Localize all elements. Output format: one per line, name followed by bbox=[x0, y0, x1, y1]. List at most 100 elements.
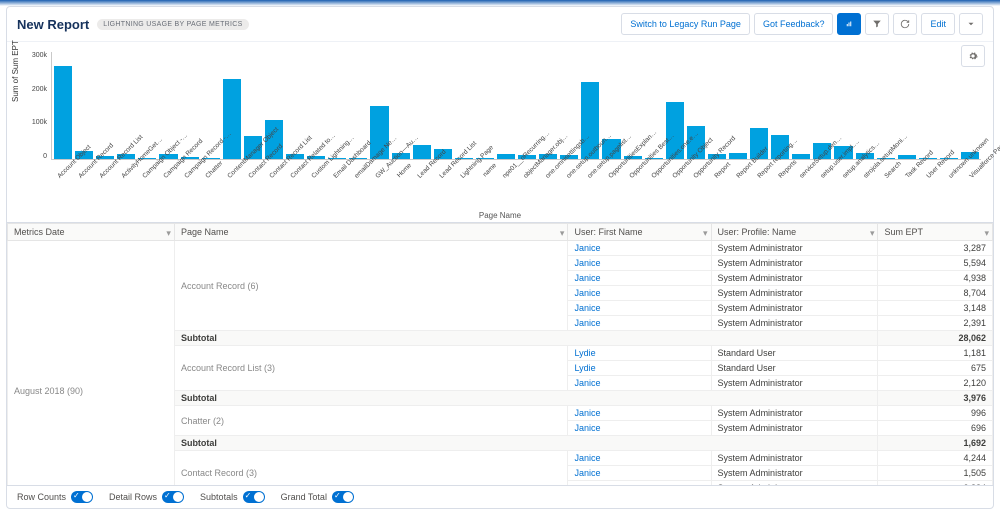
user-first-name[interactable]: Janice bbox=[568, 451, 711, 466]
x-tick: Task Record bbox=[904, 162, 922, 180]
user-first-name[interactable]: Janice bbox=[568, 466, 711, 481]
row-counts-toggle[interactable]: ✓ bbox=[71, 491, 93, 503]
filter-button[interactable] bbox=[865, 13, 889, 35]
x-tick: one.setup.pagelist… bbox=[586, 162, 604, 180]
col-header[interactable]: Metrics Date ▾ bbox=[8, 224, 175, 241]
subtotal-label: Subtotal bbox=[174, 436, 878, 451]
x-tick: OpportunitiesExplan… bbox=[608, 162, 626, 180]
bar[interactable] bbox=[729, 153, 747, 159]
x-tick: Opportunity Record bbox=[692, 162, 710, 180]
ept-value: 3,148 bbox=[878, 301, 993, 316]
x-tick: ContentManager Object bbox=[226, 162, 244, 180]
y-axis-label: Sum of Sum EPT bbox=[11, 40, 20, 102]
detail-rows-toggle[interactable]: ✓ bbox=[162, 491, 184, 503]
x-tick: Account Record bbox=[78, 162, 96, 180]
subtotals-label: Subtotals bbox=[200, 492, 238, 502]
x-tick: Report Builder bbox=[735, 162, 753, 180]
user-first-name[interactable]: Janice bbox=[568, 421, 711, 436]
x-tick: Opportunity Object bbox=[671, 162, 689, 180]
x-tick: Chatter bbox=[205, 162, 223, 180]
user-first-name[interactable]: Janice bbox=[568, 301, 711, 316]
bar[interactable] bbox=[413, 145, 431, 159]
profile-name: System Administrator bbox=[711, 451, 878, 466]
user-first-name[interactable]: Janice bbox=[568, 316, 711, 331]
subtotal-value: 1,692 bbox=[878, 436, 993, 451]
ept-value: 4,938 bbox=[878, 271, 993, 286]
profile-name: System Administrator bbox=[711, 421, 878, 436]
x-tick: one.setup.outboun… bbox=[565, 162, 583, 180]
x-tick: one.omnisettingsb… bbox=[544, 162, 562, 180]
edit-button[interactable]: Edit bbox=[921, 13, 955, 35]
x-tick: unknown unknown bbox=[947, 162, 965, 180]
chevron-down-icon bbox=[966, 19, 976, 29]
page-group: Chatter (2) bbox=[174, 406, 568, 436]
subtotals-toggle[interactable]: ✓ bbox=[243, 491, 265, 503]
col-header[interactable]: Page Name ▾ bbox=[174, 224, 568, 241]
user-first-name[interactable]: Janice bbox=[568, 271, 711, 286]
user-first-name[interactable]: Lydie bbox=[568, 361, 711, 376]
profile-name: System Administrator bbox=[711, 286, 878, 301]
user-first-name[interactable]: Janice bbox=[568, 256, 711, 271]
add-chart-button[interactable] bbox=[837, 13, 861, 35]
ept-value: 675 bbox=[878, 361, 993, 376]
x-tick: Opportunities Best… bbox=[629, 162, 647, 180]
chart-area: Sum of Sum EPT 300k200k100k0 Account Obj… bbox=[7, 42, 993, 222]
x-tick: Opportunities.one.e… bbox=[650, 162, 668, 180]
profile-name: Standard User bbox=[711, 361, 878, 376]
bar[interactable] bbox=[223, 79, 241, 159]
row-counts-label: Row Counts bbox=[17, 492, 66, 502]
bar[interactable] bbox=[792, 154, 810, 159]
page-group: Account Record (6) bbox=[174, 241, 568, 331]
profile-name: System Administrator bbox=[711, 301, 878, 316]
x-axis-label: Page Name bbox=[479, 211, 521, 220]
bar[interactable] bbox=[497, 154, 515, 159]
x-tick: serviceSetup.den… bbox=[798, 162, 816, 180]
col-header[interactable]: User: Profile: Name ▾ bbox=[711, 224, 878, 241]
x-tick: Report bbox=[714, 162, 732, 180]
col-header[interactable]: Sum EPT ▾ bbox=[878, 224, 993, 241]
profile-name: System Administrator bbox=[711, 316, 878, 331]
ept-value: 996 bbox=[878, 406, 993, 421]
x-tick: Reports bbox=[777, 162, 795, 180]
subtotal-value: 3,976 bbox=[878, 391, 993, 406]
user-first-name[interactable]: Lydie bbox=[568, 346, 711, 361]
x-tick: GW_Auction—Au… bbox=[374, 162, 392, 180]
subtotal-value: 28,062 bbox=[878, 331, 993, 346]
detail-rows-label: Detail Rows bbox=[109, 492, 157, 502]
profile-name: Standard User bbox=[711, 346, 878, 361]
report-type-badge: LIGHTNING USAGE BY PAGE METRICS bbox=[97, 19, 248, 30]
x-tick: Lead Record bbox=[417, 162, 435, 180]
bar[interactable] bbox=[898, 155, 916, 159]
ept-value: 3,287 bbox=[878, 241, 993, 256]
ept-value: 696 bbox=[878, 421, 993, 436]
filter-icon bbox=[872, 19, 882, 29]
ept-value: 8,704 bbox=[878, 286, 993, 301]
x-tick: objectManager.obj… bbox=[523, 162, 541, 180]
user-first-name[interactable]: Janice bbox=[568, 241, 711, 256]
x-tick: Contact Related to… bbox=[290, 162, 308, 180]
x-tick: npe01__oRecurring… bbox=[502, 162, 520, 180]
user-first-name[interactable]: Janice bbox=[568, 406, 711, 421]
subtotal-label: Subtotal bbox=[174, 331, 878, 346]
edit-dropdown-button[interactable] bbox=[959, 13, 983, 35]
profile-name: System Administrator bbox=[711, 256, 878, 271]
table-row: August 2018 (90)Account Record (6)Janice… bbox=[8, 241, 993, 256]
subtotal-label: Subtotal bbox=[174, 391, 878, 406]
col-header[interactable]: User: First Name ▾ bbox=[568, 224, 711, 241]
ept-value: 2,391 bbox=[878, 316, 993, 331]
bar[interactable] bbox=[54, 66, 72, 159]
switch-legacy-button[interactable]: Switch to Legacy Run Page bbox=[621, 13, 750, 35]
x-tick: Email Dashboard bbox=[332, 162, 350, 180]
x-tick: Lead Record List bbox=[438, 162, 456, 180]
grand-total-toggle[interactable]: ✓ bbox=[332, 491, 354, 503]
profile-name: System Administrator bbox=[711, 241, 878, 256]
x-tick: Report reporting… bbox=[756, 162, 774, 180]
got-feedback-button[interactable]: Got Feedback? bbox=[754, 13, 834, 35]
date-group: August 2018 (90) bbox=[8, 241, 175, 486]
user-first-name[interactable]: Janice bbox=[568, 376, 711, 391]
x-tick: Account Object bbox=[56, 162, 74, 180]
user-first-name[interactable]: Janice bbox=[568, 286, 711, 301]
refresh-button[interactable] bbox=[893, 13, 917, 35]
profile-name: System Administrator bbox=[711, 376, 878, 391]
x-tick: Contact Record List bbox=[268, 162, 286, 180]
